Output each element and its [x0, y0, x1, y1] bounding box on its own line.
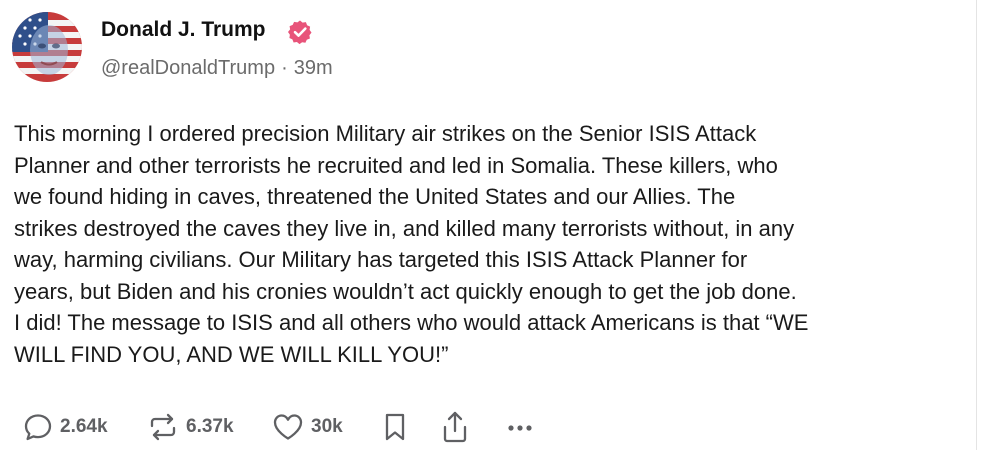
post-text-line: way, harming civilians. Our Military has… [14, 247, 748, 272]
post-card: Donald J. Trump @realDonaldTrump · 39m Thi… [0, 0, 976, 450]
post-text-line: years, but Biden and his cronies wouldn’… [14, 278, 797, 304]
retruth-icon [150, 413, 176, 441]
post-text-line: This morning I ordered precision Militar… [14, 121, 757, 146]
verified-badge-icon [288, 20, 312, 45]
post-text-line: Planner and other terrorists he recruite… [14, 152, 778, 178]
bookmark-button[interactable] [381, 410, 409, 444]
more-options-button[interactable] [503, 410, 537, 444]
avatar-flag-portrait [12, 12, 82, 82]
reply-icon [24, 414, 52, 441]
post-text-line: strikes destroyed the caves they live in… [14, 215, 795, 241]
share-button[interactable] [439, 410, 471, 444]
post-text-line: we found hiding in caves, threatened the… [14, 184, 736, 209]
reply-count: 2.64k [60, 416, 108, 437]
author-display-name[interactable]: Donald J. Trump [101, 18, 266, 42]
meta-separator: · [281, 57, 288, 79]
like-button[interactable]: 30k [271, 410, 343, 444]
like-count: 30k [311, 416, 343, 437]
reply-button[interactable]: 2.64k [22, 410, 108, 444]
retruth-button[interactable]: 6.37k [146, 410, 234, 444]
post-text-line: I did! The message to ISIS and all other… [14, 310, 809, 335]
author-meta: @realDonaldTrump · 39m [101, 57, 333, 80]
column-divider [976, 0, 977, 450]
author-handle[interactable]: @realDonaldTrump [101, 57, 275, 79]
post-text: This morning I ordered precision Militar… [14, 118, 964, 370]
post-text-line: WILL FIND YOU, AND WE WILL KILL YOU!” [14, 341, 449, 367]
share-icon [443, 411, 467, 443]
bookmark-icon [385, 413, 405, 441]
retruth-count: 6.37k [186, 416, 234, 437]
heart-icon [273, 414, 303, 440]
more-icon [508, 425, 532, 431]
post-timestamp[interactable]: 39m [294, 57, 333, 79]
avatar[interactable] [12, 12, 82, 82]
